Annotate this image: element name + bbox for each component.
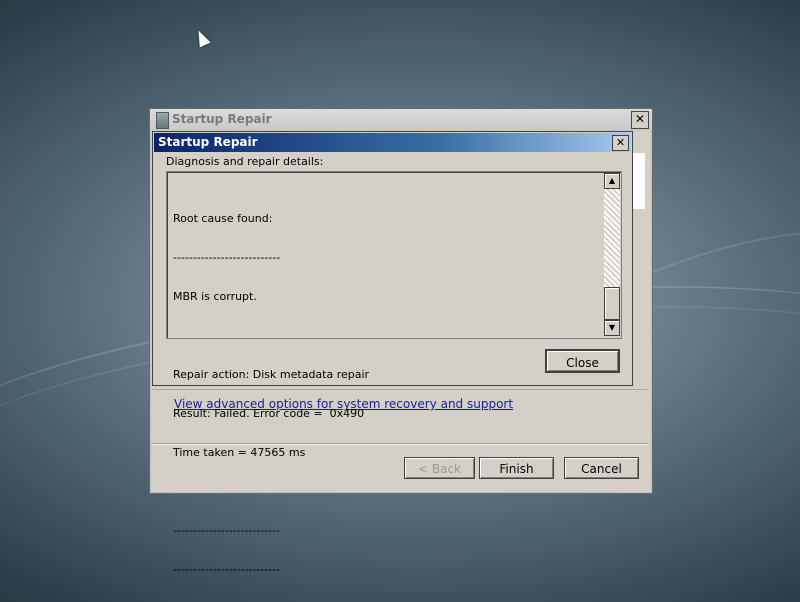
dialog-title: Startup Repair [158,135,258,149]
window-title: Startup Repair [172,112,272,126]
dialog-titlebar: Startup Repair ✕ [154,133,631,152]
details-line: Time taken = 47565 ms [173,446,306,459]
details-line: --------------------------- [173,563,281,576]
scroll-down-icon[interactable]: ▼ [604,320,620,336]
details-line [173,485,369,498]
window-titlebar: Startup Repair ✕ [150,109,652,131]
dialog-close-button[interactable]: ✕ [612,135,629,151]
repair-details-dialog: Startup Repair ✕ Diagnosis and repair de… [152,131,633,576]
vertical-scrollbar[interactable]: ▲ ▼ [604,173,620,336]
details-text: Root cause found: ----------------------… [173,186,369,602]
details-line: --------------------------- [173,524,281,537]
cancel-button[interactable]: Cancel [564,457,639,479]
details-line: --------------------------- [173,251,281,264]
details-label: Diagnosis and repair details: [166,155,324,168]
details-line: Root cause found: [173,212,273,225]
close-button[interactable]: Close [545,349,620,373]
mouse-pointer-icon [193,27,211,48]
scroll-up-icon[interactable]: ▲ [604,173,620,189]
details-line: Result: Failed. Error code = 0x490 [173,407,365,420]
back-button[interactable]: < Back [404,457,475,479]
finish-button[interactable]: Finish [479,457,554,479]
startup-repair-icon [156,112,169,129]
scroll-thumb[interactable] [604,287,620,320]
details-line [173,329,369,342]
window-close-button[interactable]: ✕ [631,111,649,129]
background-panel [633,153,645,209]
details-line: MBR is corrupt. [173,290,257,303]
details-textbox[interactable]: Root cause found: ----------------------… [166,171,622,576]
details-line: Repair action: Disk metadata repair [173,368,370,381]
